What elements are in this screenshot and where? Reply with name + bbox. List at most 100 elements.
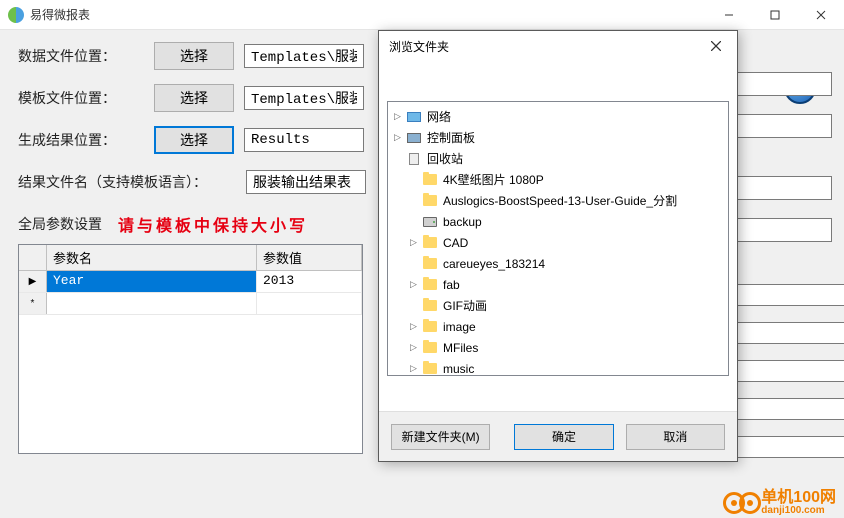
folder-icon — [422, 319, 438, 335]
aux-spinner-1-input[interactable] — [734, 284, 844, 306]
grid-row-new[interactable]: * — [19, 293, 362, 315]
expand-collapsed-icon[interactable]: ▷ — [410, 237, 422, 248]
browse-folder-dialog: 浏览文件夹 ▷ 网络 ▷ 控制面板回收站 4K壁纸图片 1080P Auslogics-B… — [378, 30, 738, 462]
grid-header-name[interactable]: 参数名 — [47, 245, 257, 270]
tree-item[interactable]: ▷ image — [388, 316, 728, 337]
maximize-button[interactable] — [752, 0, 798, 30]
folder-icon — [422, 340, 438, 356]
template-file-label: 模板文件位置： — [18, 88, 138, 108]
aux-spinner-5[interactable]: ▲▼ — [734, 436, 832, 458]
watermark-logo-icon — [723, 492, 755, 514]
aux-spinner-4[interactable]: ▲▼ — [734, 398, 832, 420]
drive-icon — [422, 214, 438, 230]
grid-corner[interactable] — [19, 245, 47, 270]
tree-item[interactable]: ▷CAD — [388, 232, 728, 253]
watermark-line1: 单机100网 — [761, 490, 836, 506]
tree-item-label: 4K壁纸图片 1080P — [443, 171, 544, 188]
tree-item[interactable]: ▷ 网络 — [388, 106, 728, 127]
param-name-cell[interactable]: Year — [47, 271, 257, 292]
ok-button[interactable]: 确定 — [514, 424, 613, 450]
right-column-textboxes — [734, 72, 832, 242]
result-filename-label: 结果文件名（支持模板语言）： — [18, 172, 246, 192]
tree-item-label: GIF动画 — [443, 297, 487, 314]
tree-item-label: music — [443, 362, 474, 376]
folder-tree[interactable]: ▷ 网络 ▷ 控制面板回收站 4K壁纸图片 1080P Auslogics-BoostSp… — [387, 101, 729, 376]
expand-collapsed-icon[interactable]: ▷ — [410, 342, 422, 353]
net-icon — [406, 109, 422, 125]
tree-item-label: careueyes_183214 — [443, 257, 545, 271]
window-controls — [706, 0, 844, 30]
output-path-input[interactable] — [244, 128, 364, 152]
tree-item-label: MFiles — [443, 341, 478, 355]
folder-icon — [422, 298, 438, 314]
choose-template-file-button[interactable]: 选择 — [154, 84, 234, 112]
tree-item[interactable]: careueyes_183214 — [388, 253, 728, 274]
aux-spinner-2-input[interactable] — [734, 322, 844, 344]
row-selector-new[interactable]: * — [19, 293, 47, 314]
aux-textbox-3[interactable] — [734, 176, 832, 200]
param-value-cell-new[interactable] — [257, 293, 362, 314]
tree-item[interactable]: ▷ 控制面板 — [388, 127, 728, 148]
params-grid[interactable]: 参数名 参数值 ▶ Year 2013 * — [18, 244, 363, 454]
aux-textbox-1[interactable] — [734, 72, 832, 96]
dialog-title-text: 浏览文件夹 — [389, 38, 449, 55]
bin-icon — [406, 151, 422, 167]
aux-spinner-1[interactable]: ▲▼ — [734, 284, 832, 306]
template-file-path-input[interactable] — [244, 86, 364, 110]
minimize-button[interactable] — [706, 0, 752, 30]
right-column-spinners: ▲▼ ▲▼ ▲▼ ▲▼ ▲▼ — [734, 284, 832, 458]
app-title: 易得微报表 — [30, 6, 90, 23]
tree-item-label: 控制面板 — [427, 129, 475, 146]
tree-item-label: 网络 — [427, 108, 451, 125]
expand-collapsed-icon[interactable]: ▷ — [410, 321, 422, 332]
watermark-line2: danji100.com — [761, 506, 836, 516]
grid-row[interactable]: ▶ Year 2013 — [19, 271, 362, 293]
titlebar: 易得微报表 — [0, 0, 844, 30]
aux-textbox-4[interactable] — [734, 218, 832, 242]
dialog-titlebar[interactable]: 浏览文件夹 — [379, 31, 737, 61]
close-button[interactable] — [798, 0, 844, 30]
tree-item[interactable]: 回收站 — [388, 148, 728, 169]
output-loc-label: 生成结果位置： — [18, 130, 138, 150]
choose-data-file-button[interactable]: 选择 — [154, 42, 234, 70]
new-folder-button[interactable]: 新建文件夹(M) — [391, 424, 490, 450]
tree-item[interactable]: backup — [388, 211, 728, 232]
global-params-label: 全局参数设置 — [18, 214, 102, 234]
aux-spinner-3[interactable]: ▲▼ — [734, 360, 832, 382]
aux-spinner-5-input[interactable] — [734, 436, 844, 458]
app-icon — [8, 7, 24, 23]
data-file-label: 数据文件位置： — [18, 46, 138, 66]
expand-collapsed-icon[interactable]: ▷ — [410, 279, 422, 290]
expand-collapsed-icon[interactable]: ▷ — [394, 132, 406, 143]
aux-spinner-4-input[interactable] — [734, 398, 844, 420]
watermark: 单机100网 danji100.com — [723, 490, 836, 516]
row-selector-current[interactable]: ▶ — [19, 271, 47, 292]
tree-item-label: Auslogics-BoostSpeed-13-User-Guide_分割 — [443, 192, 677, 209]
aux-spinner-2[interactable]: ▲▼ — [734, 322, 832, 344]
aux-textbox-2[interactable] — [734, 114, 832, 138]
tree-item-label: backup — [443, 215, 482, 229]
folder-icon — [422, 172, 438, 188]
param-name-cell-new[interactable] — [47, 293, 257, 314]
expand-collapsed-icon[interactable]: ▷ — [394, 111, 406, 122]
tree-item[interactable]: ▷ fab — [388, 274, 728, 295]
tree-item[interactable]: ▷ MFiles — [388, 337, 728, 358]
tree-item[interactable]: ▷ music — [388, 358, 728, 376]
tree-item-label: 回收站 — [427, 150, 463, 167]
tree-item[interactable]: 4K壁纸图片 1080P — [388, 169, 728, 190]
dialog-close-button[interactable] — [705, 36, 727, 56]
cancel-button[interactable]: 取消 — [626, 424, 725, 450]
tree-item-label: image — [443, 320, 476, 334]
result-filename-input[interactable] — [246, 170, 366, 194]
folder-icon — [422, 193, 438, 209]
grid-header-value[interactable]: 参数值 — [257, 245, 362, 270]
tree-item[interactable]: Auslogics-BoostSpeed-13-User-Guide_分割 — [388, 190, 728, 211]
tree-item[interactable]: GIF动画 — [388, 295, 728, 316]
tree-item-label: fab — [443, 278, 460, 292]
choose-output-loc-button[interactable]: 选择 — [154, 126, 234, 154]
expand-collapsed-icon[interactable]: ▷ — [410, 363, 422, 374]
param-value-cell[interactable]: 2013 — [257, 271, 362, 292]
aux-spinner-3-input[interactable] — [734, 360, 844, 382]
cp-icon — [406, 130, 422, 146]
data-file-path-input[interactable] — [244, 44, 364, 68]
